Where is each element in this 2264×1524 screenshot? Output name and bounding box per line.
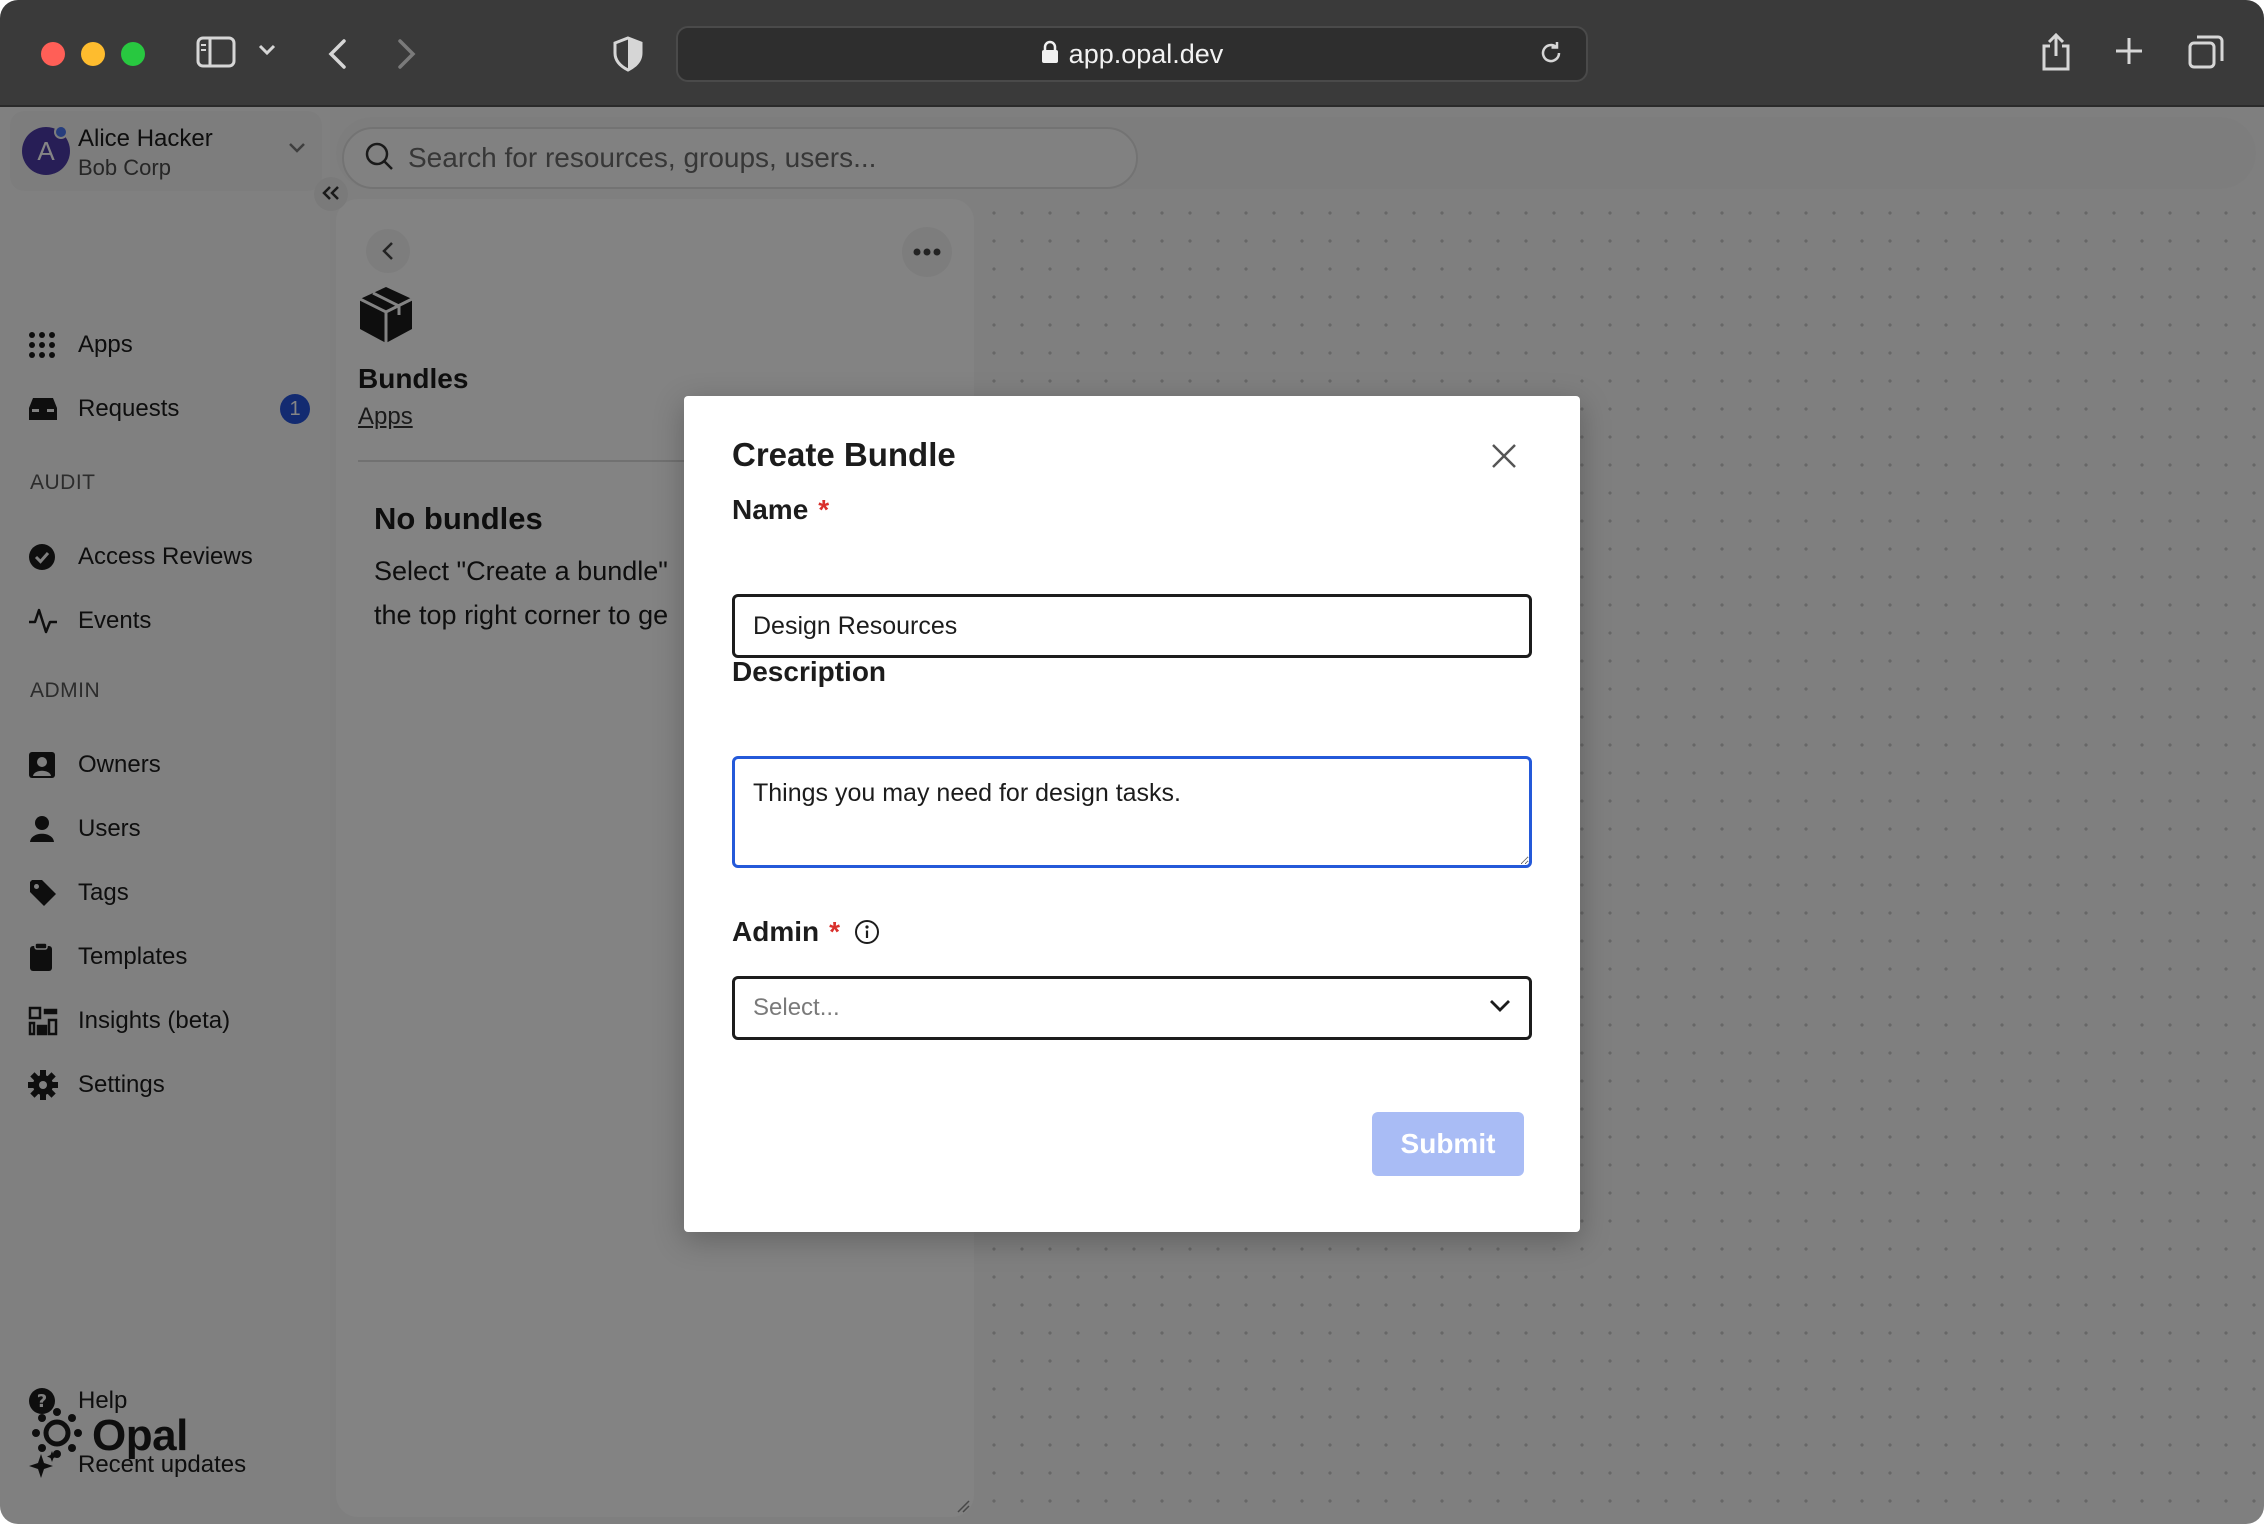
name-input[interactable] <box>732 594 1532 658</box>
chevron-down-icon <box>1489 999 1511 1018</box>
description-textarea[interactable]: Things you may need for design tasks. <box>732 756 1532 868</box>
close-window-button[interactable] <box>41 42 65 66</box>
lock-icon <box>1041 40 1059 69</box>
reload-icon[interactable] <box>1538 40 1564 71</box>
info-icon[interactable] <box>854 919 880 945</box>
admin-label-text: Admin <box>732 916 820 947</box>
modal-close-button[interactable] <box>1484 436 1524 476</box>
admin-select-placeholder: Select... <box>753 994 840 1021</box>
name-label-text: Name <box>732 494 809 525</box>
back-icon[interactable] <box>326 38 348 70</box>
tab-overview-icon[interactable] <box>2188 34 2224 70</box>
submit-button[interactable]: Submit <box>1372 1112 1524 1176</box>
name-field-label: Name * <box>732 494 829 526</box>
close-icon <box>1492 444 1516 468</box>
required-marker: * <box>829 916 841 947</box>
create-bundle-modal: Create Bundle Name * Description Things … <box>684 396 1580 1232</box>
shield-icon[interactable] <box>612 36 644 72</box>
sidebar-toggle-icon[interactable] <box>196 36 236 68</box>
required-marker: * <box>818 494 830 525</box>
zoom-window-button[interactable] <box>121 42 145 66</box>
modal-title: Create Bundle <box>732 436 956 473</box>
description-field-label: Description <box>732 656 886 688</box>
url-text: app.opal.dev <box>1068 38 1224 69</box>
minimize-window-button[interactable] <box>81 42 105 66</box>
forward-icon[interactable] <box>396 38 418 70</box>
browser-toolbar: app.opal.dev <box>0 0 2264 107</box>
admin-field-label: Admin * <box>732 916 880 948</box>
browser-window: app.opal.dev A Alice Hacker Bob Corp App… <box>0 0 2264 1524</box>
address-bar[interactable]: app.opal.dev <box>676 26 1588 82</box>
admin-select[interactable]: Select... <box>732 976 1532 1040</box>
description-label-text: Description <box>732 656 887 687</box>
share-icon[interactable] <box>2040 32 2072 72</box>
new-tab-icon[interactable] <box>2114 36 2144 66</box>
chevron-down-icon[interactable] <box>258 44 276 56</box>
